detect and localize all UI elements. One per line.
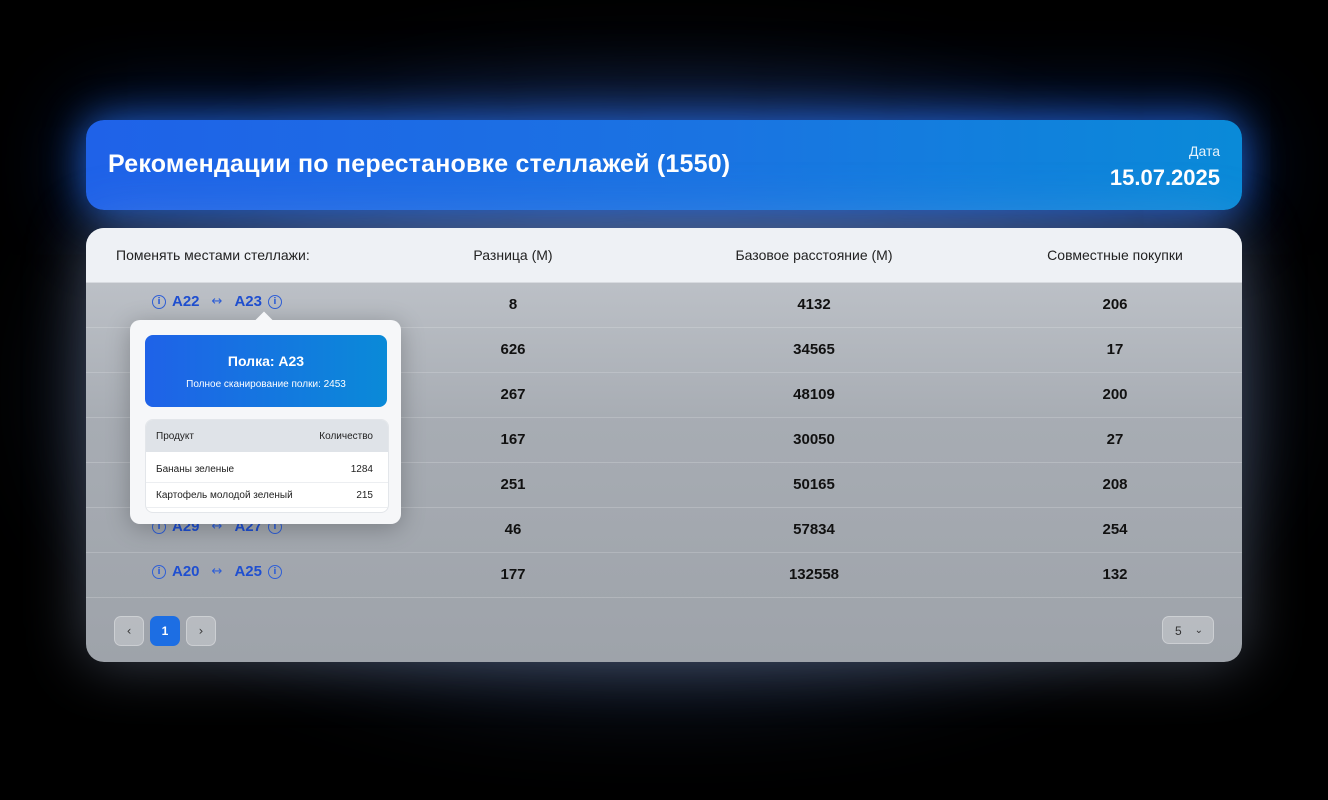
product-quantity: 1284 bbox=[350, 464, 373, 475]
date-value: 15.07.2025 bbox=[1109, 165, 1220, 190]
shelf-to[interactable]: A23 bbox=[234, 293, 262, 310]
base-distance-value: 4132 bbox=[797, 296, 831, 313]
joint-purchases-value: 27 bbox=[1106, 431, 1124, 448]
column-header-base-distance: Базовое расстояние (М) bbox=[735, 247, 893, 263]
info-icon[interactable]: i bbox=[152, 294, 166, 309]
joint-purchases-value: 206 bbox=[1102, 296, 1128, 313]
page-size-value: 5 bbox=[1175, 624, 1182, 638]
pagination: ‹ 1 › bbox=[114, 616, 216, 646]
popover-title: Полка: A23 bbox=[227, 353, 305, 369]
base-distance-value: 50165 bbox=[793, 476, 835, 493]
base-distance-value: 34565 bbox=[793, 341, 835, 358]
shelf-pair: i A22 ↔ A23 i bbox=[152, 293, 282, 310]
difference-value: 626 bbox=[500, 341, 526, 358]
swap-arrow-icon: ↔ bbox=[211, 294, 223, 309]
joint-purchases-value: 200 bbox=[1102, 386, 1128, 403]
difference-value: 167 bbox=[500, 431, 526, 448]
base-distance-value: 132558 bbox=[788, 566, 840, 583]
page-header: Рекомендации по перестановке стеллажей (… bbox=[86, 120, 1242, 210]
date-label: Дата bbox=[1188, 143, 1220, 159]
shelf-pair: i A20 ↔ A25 i bbox=[152, 563, 282, 580]
popover-header: Полка: A23 Полное сканирование полки: 24… bbox=[145, 335, 387, 407]
next-page-button[interactable]: › bbox=[186, 616, 216, 646]
list-item: Бананы зеленые 1284 bbox=[146, 452, 388, 483]
chevron-down-icon: ⌄ bbox=[1194, 625, 1203, 636]
joint-purchases-value: 17 bbox=[1106, 341, 1124, 358]
column-header-quantity: Количество bbox=[319, 431, 373, 442]
product-name: Картофель молодой зеленый bbox=[156, 490, 293, 501]
difference-value: 177 bbox=[500, 566, 526, 583]
base-distance-value: 30050 bbox=[793, 431, 835, 448]
column-header-joint-purchases: Совместные покупки bbox=[1047, 247, 1183, 263]
popover-table-header: Продукт Количество bbox=[146, 420, 388, 452]
base-distance-value: 48109 bbox=[793, 386, 835, 403]
shelf-from[interactable]: A22 bbox=[172, 293, 200, 310]
shelf-info-popover: Полка: A23 Полное сканирование полки: 24… bbox=[130, 320, 401, 524]
popover-product-table: Продукт Количество Бананы зеленые 1284 К… bbox=[145, 419, 389, 513]
difference-value: 8 bbox=[508, 296, 518, 313]
prev-page-button[interactable]: ‹ bbox=[114, 616, 144, 646]
shelf-from[interactable]: A20 bbox=[172, 563, 200, 580]
page-button-current[interactable]: 1 bbox=[150, 616, 180, 646]
info-icon[interactable]: i bbox=[267, 294, 282, 309]
column-header-swap: Поменять местами стеллажи: bbox=[116, 247, 310, 263]
joint-purchases-value: 208 bbox=[1102, 476, 1128, 493]
difference-value: 267 bbox=[500, 386, 526, 403]
column-header-difference: Разница (М) bbox=[473, 247, 553, 263]
info-icon[interactable]: i bbox=[267, 564, 282, 579]
product-name: Бананы зеленые bbox=[156, 464, 235, 475]
shelf-to[interactable]: A25 bbox=[234, 563, 262, 580]
popover-subtitle: Полное сканирование полки: 2453 bbox=[186, 379, 346, 390]
table-header: Поменять местами стеллажи: Разница (М) Б… bbox=[86, 228, 1242, 283]
difference-value: 46 bbox=[504, 521, 522, 538]
joint-purchases-value: 254 bbox=[1102, 521, 1128, 538]
table-row[interactable]: i A20 ↔ A25 i 177 132558 132 bbox=[86, 552, 1242, 598]
list-item: Картофель молодой зеленый 215 bbox=[146, 482, 388, 508]
swap-arrow-icon: ↔ bbox=[211, 564, 223, 579]
info-icon[interactable]: i bbox=[152, 564, 166, 579]
page-title: Рекомендации по перестановке стеллажей (… bbox=[108, 150, 731, 178]
base-distance-value: 57834 bbox=[793, 521, 835, 538]
page-size-select[interactable]: 5 ⌄ bbox=[1162, 616, 1214, 644]
column-header-product: Продукт bbox=[156, 431, 194, 442]
joint-purchases-value: 132 bbox=[1102, 566, 1128, 583]
product-quantity: 215 bbox=[356, 490, 373, 501]
difference-value: 251 bbox=[500, 476, 526, 493]
